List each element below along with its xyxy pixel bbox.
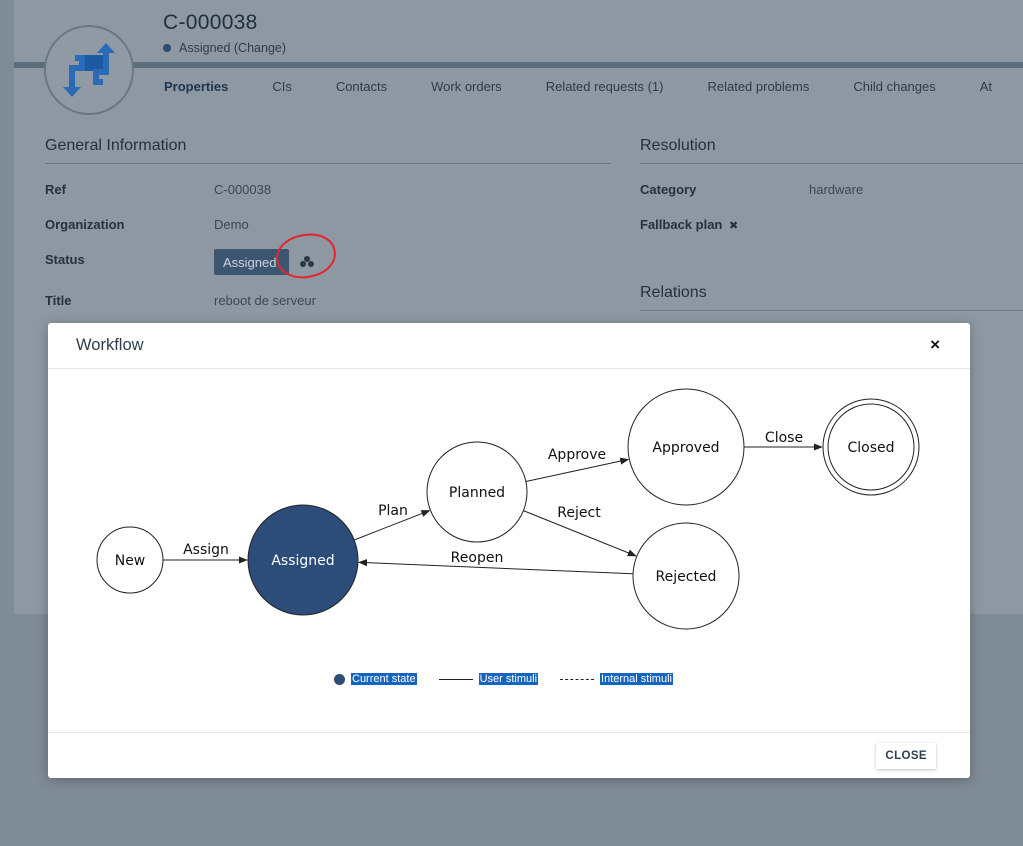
transition-label-close: Close [765,430,803,446]
organization-label: Organization [45,217,125,232]
tab-work-orders[interactable]: Work orders [431,79,502,94]
modal-footer: CLOSE [48,732,970,778]
legend-internal-stimuli: Internal stimuli [560,673,673,685]
relations-divider [640,310,1023,311]
resolution-divider [640,163,1023,164]
resolution-title: Resolution [640,137,716,154]
transition-label-assign: Assign [183,542,229,558]
legend-current-text: Current state [351,673,417,685]
legend-user-text: User stimuli [478,673,539,685]
legend-solid-line [438,678,473,680]
change-arrows-icon [63,43,115,97]
tab-child-changes[interactable]: Child changes [853,79,935,94]
state-label-assigned: Assigned [271,553,334,569]
tab-bar: Properties CIs Contacts Work orders Rela… [164,79,1023,94]
modal-close-icon[interactable]: × [930,335,940,355]
title-value: reboot de serveur [214,293,316,308]
ref-label: Ref [45,182,66,197]
state-label-approved: Approved [652,440,719,456]
tab-related-requests[interactable]: Related requests (1) [546,79,664,94]
header-band [14,62,1023,68]
state-label-rejected: Rejected [656,569,717,585]
transition-label-reopen: Reopen [451,550,504,566]
legend-current-state: Current state [334,673,417,685]
ref-value: C-000038 [214,182,272,197]
status-label: Status [45,252,85,267]
state-label-closed: Closed [847,440,894,456]
tab-strip: Properties CIs Contacts Work orders Rela… [0,0,1023,120]
title-label: Title [45,293,72,308]
transition-label-reject: Reject [557,505,601,521]
modal-body: Assign Plan Approve Reject Close Reopen New As… [48,369,970,732]
relations-title: Relations [640,284,707,301]
transition-label-approve: Approve [548,447,606,463]
workflow-graph: Assign Plan Approve Reject Close Reopen New As… [96,388,920,630]
category-label: Category [640,182,697,197]
change-logo [44,25,134,115]
state-label-new: New [115,553,146,569]
tab-cis[interactable]: CIs [272,79,292,94]
workflow-legend: Current state User stimuli Internal stim… [334,673,695,685]
fallback-expand-icon[interactable]: ✖ [729,220,738,232]
state-label-planned: Planned [449,485,505,501]
workflow-modal: Workflow × Assign Plan Approve Reject Close R… [48,323,970,778]
organization-value: Demo [214,217,249,232]
legend-internal-text: Internal stimuli [600,673,673,685]
tab-properties[interactable]: Properties [164,79,228,94]
close-button[interactable]: CLOSE [876,743,936,769]
tab-related-problems[interactable]: Related problems [707,79,809,94]
modal-header: Workflow × [48,323,970,369]
legend-current-dot [334,673,345,685]
fallback-plan-label: Fallback plan ✖ [640,217,738,232]
transition-label-plan: Plan [378,503,408,519]
modal-title: Workflow [76,336,144,354]
fallback-plan-text: Fallback plan [640,217,723,232]
general-info-title: General Information [45,137,187,154]
tab-contacts[interactable]: Contacts [336,79,387,94]
tab-attachments[interactable]: At [980,79,992,94]
legend-dashed-line [560,678,595,680]
legend-user-stimuli: User stimuli [438,673,539,685]
general-info-divider [45,163,611,164]
category-value: hardware [809,182,864,197]
